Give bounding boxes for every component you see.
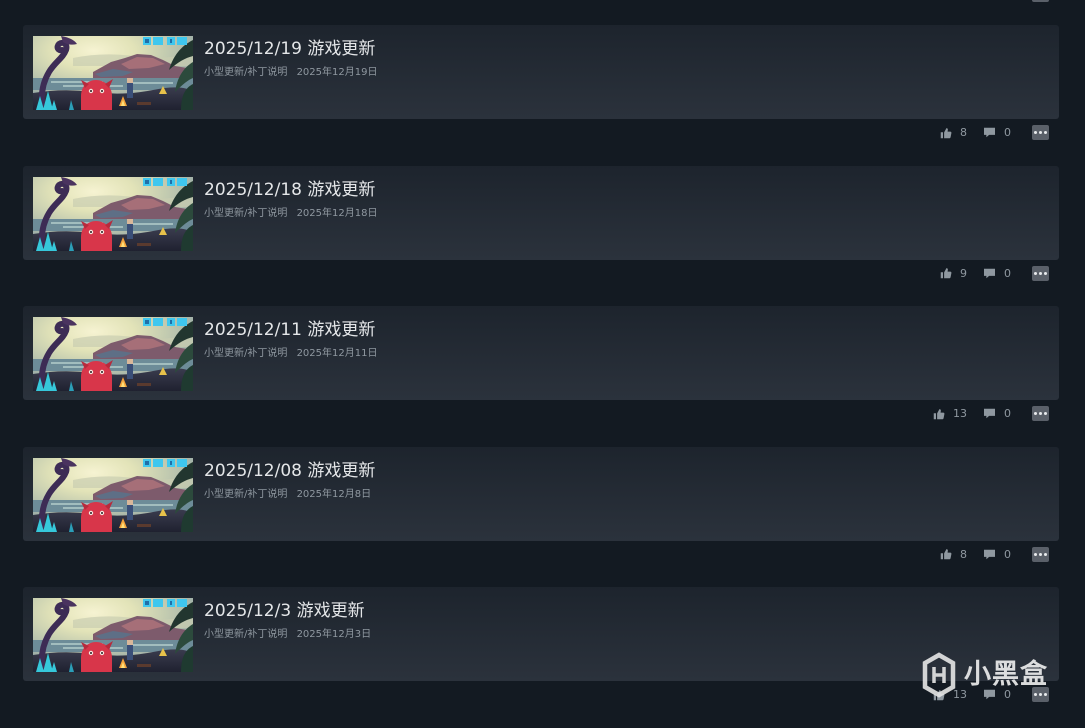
event-thumbnail-image <box>33 36 193 110</box>
more-options-button[interactable] <box>1032 546 1049 562</box>
xiaoheihe-logo-icon <box>922 652 956 698</box>
more-options-button[interactable] <box>1032 406 1049 421</box>
event-category: 小型更新/补丁说明 <box>204 488 288 500</box>
like-button[interactable]: 9 <box>940 266 967 281</box>
comment-count: 0 <box>1004 266 1011 280</box>
comment-button[interactable]: 0 <box>983 406 1011 421</box>
event-meta: 小型更新/补丁说明 2025年12月11日 <box>204 348 377 360</box>
event-meta: 小型更新/补丁说明 2025年12月18日 <box>204 208 377 220</box>
ellipsis-icon <box>1034 131 1047 134</box>
event-item: 2025/12/3 游戏更新 小型更新/补丁说明 2025年12月3日 13 0 <box>23 587 1059 728</box>
comment-count: 0 <box>1004 126 1011 139</box>
comment-icon <box>984 268 995 278</box>
more-options-button[interactable] <box>1032 125 1049 140</box>
event-item: 2025/12/08 游戏更新 小型更新/补丁说明 2025年12月8日 8 0 <box>23 446 1059 588</box>
like-count: 9 <box>960 266 967 280</box>
event-date: 2025年12月3日 <box>296 629 372 640</box>
event-title[interactable]: 2025/12/19 游戏更新 <box>204 38 377 60</box>
event-text: 2025/12/19 游戏更新 小型更新/补丁说明 2025年12月19日 <box>204 36 377 108</box>
event-thumbnail <box>33 317 193 391</box>
event-card[interactable]: 2025/12/08 游戏更新 小型更新/补丁说明 2025年12月8日 <box>23 446 1059 541</box>
thumbs-up-icon <box>940 268 952 279</box>
like-count: 8 <box>960 126 967 139</box>
comment-button[interactable]: 0 <box>983 125 1011 140</box>
event-category: 小型更新/补丁说明 <box>204 348 288 359</box>
like-button[interactable]: 8 <box>940 125 967 140</box>
comment-icon <box>984 549 995 559</box>
thumbs-up-icon <box>933 408 945 419</box>
event-card[interactable]: 2025/12/11 游戏更新 小型更新/补丁说明 2025年12月11日 <box>23 306 1059 400</box>
thumbs-up-icon <box>940 127 952 138</box>
watermark: 小黑盒 <box>921 652 1048 698</box>
event-thumbnail <box>33 458 193 532</box>
comment-button[interactable]: 0 <box>983 266 1011 281</box>
event-date: 2025年12月19日 <box>296 67 378 78</box>
comment-icon <box>984 127 995 138</box>
comment-icon <box>984 408 995 419</box>
more-options-button[interactable] <box>1032 265 1049 281</box>
event-title[interactable]: 2025/12/3 游戏更新 <box>204 600 371 622</box>
event-date: 2025年12月18日 <box>296 207 378 219</box>
like-count: 13 <box>953 407 967 420</box>
previous-more-button[interactable] <box>1032 0 1049 2</box>
event-list: 2025/12/19 游戏更新 小型更新/补丁说明 2025年12月19日 8 <box>23 25 1059 728</box>
event-actions: 13 0 <box>23 681 1059 728</box>
event-category: 小型更新/补丁说明 <box>204 207 288 219</box>
event-text: 2025/12/11 游戏更新 小型更新/补丁说明 2025年12月11日 <box>204 317 377 389</box>
event-thumbnail-image <box>33 458 193 532</box>
comment-button[interactable]: 0 <box>983 547 1011 562</box>
thumbs-up-icon <box>940 549 952 560</box>
comment-count: 0 <box>1004 407 1011 420</box>
ellipsis-icon <box>1034 552 1047 556</box>
event-text: 2025/12/18 游戏更新 小型更新/补丁说明 2025年12月18日 <box>204 177 377 249</box>
event-category: 小型更新/补丁说明 <box>204 629 288 640</box>
ellipsis-icon <box>1034 271 1047 275</box>
event-thumbnail <box>33 36 193 110</box>
event-thumbnail-image <box>33 177 193 251</box>
event-date: 2025年12月8日 <box>296 488 372 500</box>
event-actions: 8 0 <box>23 541 1059 588</box>
event-item: 2025/12/11 游戏更新 小型更新/补丁说明 2025年12月11日 13 <box>23 306 1059 447</box>
event-card[interactable]: 2025/12/18 游戏更新 小型更新/补丁说明 2025年12月18日 <box>23 165 1059 260</box>
event-thumbnail-image <box>33 317 193 391</box>
event-thumbnail-image <box>33 598 193 672</box>
event-item: 2025/12/18 游戏更新 小型更新/补丁说明 2025年12月18日 9 <box>23 165 1059 307</box>
event-actions: 9 0 <box>23 260 1059 307</box>
ellipsis-icon <box>1034 412 1047 415</box>
event-meta: 小型更新/补丁说明 2025年12月8日 <box>204 489 375 501</box>
event-title[interactable]: 2025/12/18 游戏更新 <box>204 179 377 201</box>
event-thumbnail <box>33 177 193 251</box>
event-date: 2025年12月11日 <box>296 348 378 359</box>
event-category: 小型更新/补丁说明 <box>204 67 288 78</box>
event-title[interactable]: 2025/12/08 游戏更新 <box>204 460 375 482</box>
event-text: 2025/12/08 游戏更新 小型更新/补丁说明 2025年12月8日 <box>204 458 375 530</box>
event-thumbnail <box>33 598 193 672</box>
like-button[interactable]: 8 <box>940 547 967 562</box>
event-card[interactable]: 2025/12/3 游戏更新 小型更新/补丁说明 2025年12月3日 <box>23 587 1059 681</box>
event-item: 2025/12/19 游戏更新 小型更新/补丁说明 2025年12月19日 8 <box>23 25 1059 166</box>
event-actions: 13 0 <box>23 400 1059 447</box>
event-title[interactable]: 2025/12/11 游戏更新 <box>204 319 377 341</box>
like-count: 8 <box>960 547 967 561</box>
event-text: 2025/12/3 游戏更新 小型更新/补丁说明 2025年12月3日 <box>204 598 371 670</box>
event-meta: 小型更新/补丁说明 2025年12月3日 <box>204 629 371 641</box>
comment-count: 0 <box>1004 547 1011 561</box>
event-card[interactable]: 2025/12/19 游戏更新 小型更新/补丁说明 2025年12月19日 <box>23 25 1059 119</box>
like-button[interactable]: 13 <box>933 406 967 421</box>
event-meta: 小型更新/补丁说明 2025年12月19日 <box>204 67 377 79</box>
event-actions: 8 0 <box>23 119 1059 166</box>
watermark-text: 小黑盒 <box>964 659 1048 690</box>
